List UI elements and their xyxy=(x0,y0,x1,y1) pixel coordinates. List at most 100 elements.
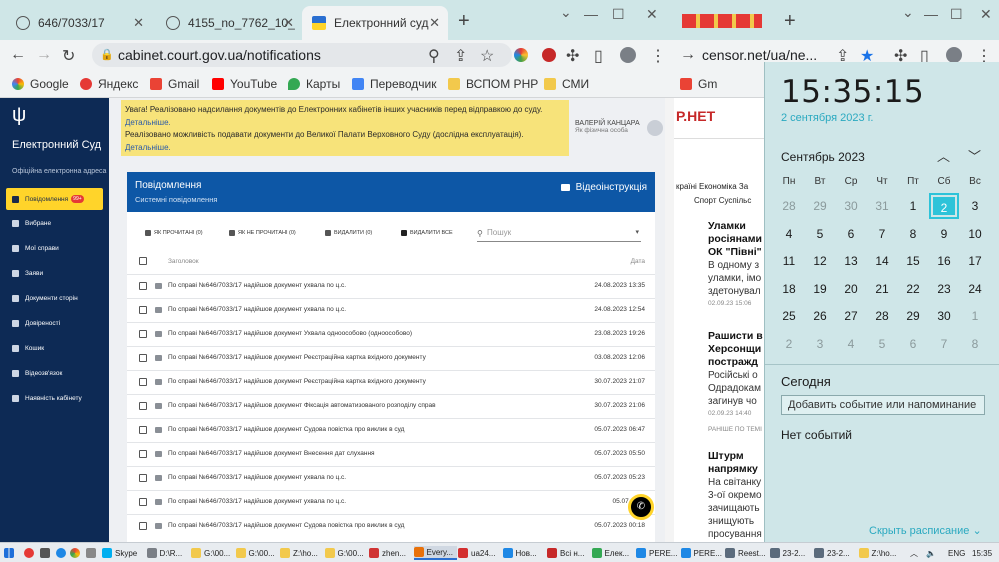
calendar-day[interactable]: 4 xyxy=(836,331,866,357)
calendar-day[interactable]: 16 xyxy=(929,248,959,274)
taskbar-item[interactable]: PERE... xyxy=(636,546,679,560)
news-item-2[interactable]: Рашисти в Херсонщи постражд Російські о … xyxy=(708,330,768,417)
calendar-day[interactable]: 20 xyxy=(836,276,866,302)
reload-icon[interactable]: ↻ xyxy=(62,46,75,66)
taskbar-item[interactable]: PERE... xyxy=(680,546,724,560)
taskbar-item[interactable]: D:\R... xyxy=(146,546,190,560)
calendar-day[interactable]: 26 xyxy=(805,303,835,329)
maximize-icon[interactable]: ☐ xyxy=(950,6,963,23)
row-checkbox[interactable] xyxy=(139,426,147,434)
chevron-down-icon[interactable]: ▾ xyxy=(635,228,639,236)
taskbar-item[interactable]: G:\00... xyxy=(235,546,279,560)
calendar-day[interactable]: 27 xyxy=(836,303,866,329)
tab-case[interactable]: 646/7033/17 ✕ xyxy=(6,6,152,40)
bookmark-maps[interactable]: Карты xyxy=(288,77,340,91)
close-tab-icon[interactable]: ✕ xyxy=(283,15,294,31)
calendar-day[interactable]: 5 xyxy=(805,221,835,247)
calendar-day[interactable]: 7 xyxy=(929,331,959,357)
taskbar-chrome[interactable] xyxy=(70,546,83,560)
calendar-day[interactable]: 1 xyxy=(898,193,928,219)
calendar-day[interactable]: 4 xyxy=(774,221,804,247)
sidebar-item-trash[interactable]: Кошик xyxy=(12,345,44,352)
taskbar-item[interactable]: Skype xyxy=(102,546,145,560)
share-icon[interactable]: ⇪ xyxy=(454,46,467,66)
language-indicator[interactable]: ENG xyxy=(948,546,965,560)
news-item-3[interactable]: Штурм напрямку На світанку 3-ої окремо з… xyxy=(708,450,768,541)
select-all-checkbox[interactable] xyxy=(139,257,147,265)
sidebar-item-powers-of-attorney[interactable]: Довіреності xyxy=(12,320,60,327)
search-input[interactable]: ⚲ Пошук ▾ xyxy=(477,228,641,242)
volume-icon[interactable]: 🔈 xyxy=(926,546,936,560)
table-row[interactable]: По справі №646/7033/17 надійшов документ… xyxy=(127,370,655,394)
table-row[interactable]: По справі №646/7033/17 надійшов документ… xyxy=(127,322,655,346)
details-link-2[interactable]: Детальніше. xyxy=(125,142,565,155)
taskbar-item[interactable]: Z:\ho... xyxy=(858,546,902,560)
table-row[interactable]: По справі №646/7033/17 надійшов документ… xyxy=(127,274,655,298)
calendar-day[interactable]: 25 xyxy=(774,303,804,329)
row-checkbox[interactable] xyxy=(139,354,147,362)
url-input[interactable]: 🔒 cabinet.court.gov.ua/notifications xyxy=(92,43,512,67)
sidebar-item-favorites[interactable]: Вибране xyxy=(12,220,51,227)
calendar-day[interactable]: 30 xyxy=(836,193,866,219)
bookmark-gmail[interactable]: Gmail xyxy=(150,77,199,91)
calendar-day[interactable]: 3 xyxy=(960,193,990,219)
sidebar-item-cabinet-availability[interactable]: Наявність кабінету xyxy=(12,395,82,402)
zoom-icon[interactable]: ⚲ xyxy=(428,46,440,66)
table-row[interactable]: По справі №646/7033/17 надійшов документ… xyxy=(127,442,655,466)
bookmark-folder-smi[interactable]: СМИ xyxy=(544,77,589,91)
calendar-day[interactable]: 21 xyxy=(867,276,897,302)
taskbar-item[interactable]: Елек... xyxy=(591,546,635,560)
calendar-day[interactable]: 7 xyxy=(867,221,897,247)
taskbar-item[interactable]: zhen... xyxy=(369,546,412,560)
taskbar-item[interactable]: 23-2... xyxy=(769,546,813,560)
close-window-icon[interactable]: ✕ xyxy=(980,6,992,23)
forward-icon[interactable]: → xyxy=(680,46,696,64)
taskbar-item[interactable]: Every... xyxy=(413,546,457,560)
calendar-day[interactable]: 23 xyxy=(929,276,959,302)
calendar-day[interactable]: 2 xyxy=(774,331,804,357)
bookmark-google[interactable]: Google xyxy=(12,77,69,91)
taskbar-explorer[interactable] xyxy=(40,546,53,560)
sidebar-item-video-call[interactable]: Відеозв'язок xyxy=(12,370,62,377)
row-checkbox[interactable] xyxy=(139,330,147,338)
taskbar-app[interactable] xyxy=(86,546,99,560)
clock-date[interactable]: 2 сентября 2023 г. xyxy=(781,112,873,124)
taskbar-item[interactable]: G:\00... xyxy=(324,546,368,560)
calendar-month[interactable]: Сентябрь 2023 xyxy=(781,150,865,164)
calendar-day[interactable]: 15 xyxy=(898,248,928,274)
news-item-1[interactable]: Уламки росіянами ОК "Півні" В одному з у… xyxy=(708,220,768,307)
profile-icon[interactable] xyxy=(946,47,962,63)
new-tab-icon[interactable]: + xyxy=(784,10,796,33)
taskbar-item[interactable]: Нов... xyxy=(502,546,546,560)
maximize-icon[interactable]: ☐ xyxy=(612,6,625,23)
calendar-day[interactable]: 17 xyxy=(960,248,990,274)
calendar-day[interactable]: 1 xyxy=(960,303,990,329)
calendar-day[interactable]: 14 xyxy=(867,248,897,274)
forward-icon[interactable]: → xyxy=(36,46,52,64)
extension-color-icon[interactable] xyxy=(514,48,528,62)
video-instruction-button[interactable]: Відеоінструкція xyxy=(560,182,647,193)
hide-schedule-link[interactable]: Скрыть расписание ⌄ xyxy=(869,524,982,537)
tab-document[interactable]: 4155_no_7762_10_ ✕ xyxy=(156,6,302,40)
bookmark-gmail[interactable]: Gm xyxy=(680,77,717,91)
calendar-day[interactable]: 19 xyxy=(805,276,835,302)
menu-dots-icon[interactable]: ⋮ xyxy=(650,46,666,66)
calendar-day[interactable]: 12 xyxy=(805,248,835,274)
taskbar-item[interactable]: Reest... xyxy=(725,546,768,560)
news-nav-row1[interactable]: країні Економіка За xyxy=(676,182,748,191)
tray-chevron[interactable]: ︿ xyxy=(910,546,918,560)
row-checkbox[interactable] xyxy=(139,306,147,314)
table-row[interactable]: По справі №646/7033/17 надійшов документ… xyxy=(127,346,655,370)
scrollbar[interactable] xyxy=(665,98,674,542)
calendar-day[interactable]: 28 xyxy=(867,303,897,329)
star-icon[interactable]: ☆ xyxy=(480,46,494,66)
taskbar-item[interactable]: Z:\ho... xyxy=(280,546,323,560)
details-link-1[interactable]: Детальніше. xyxy=(125,117,565,130)
calendar-day[interactable]: 30 xyxy=(929,303,959,329)
calendar-day[interactable]: 6 xyxy=(836,221,866,247)
calendar-day[interactable]: 29 xyxy=(898,303,928,329)
calendar-day[interactable]: 3 xyxy=(805,331,835,357)
taskbar-item[interactable]: 23-2... xyxy=(814,546,857,560)
table-row[interactable]: По справі №646/7033/17 надійшов документ… xyxy=(127,298,655,322)
taskbar-item[interactable]: G:\00... xyxy=(191,546,234,560)
